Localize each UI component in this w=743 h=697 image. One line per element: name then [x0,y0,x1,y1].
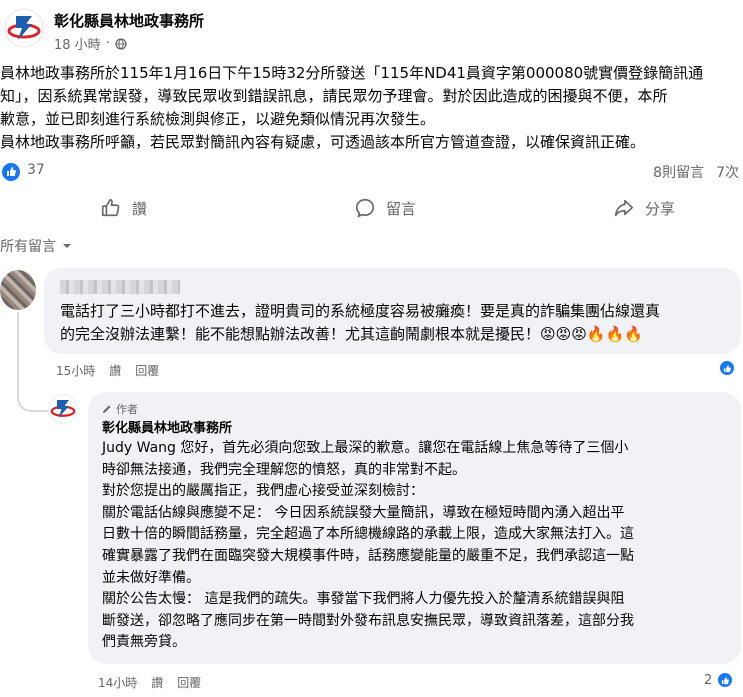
post-body-line: 歉意，並已即刻進行系統檢測與修正，以避免類似情況再次發生。 [0,110,436,128]
comment-button[interactable]: 留言 [354,190,416,226]
post-body-line: 員林地政事務所於115年1月16日下午15時32分所發送「115年ND41員資字… [0,64,704,82]
page-name[interactable]: 彰化縣員林地政事務所 [54,10,204,31]
reply-like-reaction-icon[interactable] [716,671,734,689]
share-arrow-icon [614,199,634,217]
reply-reply-link[interactable]: 回覆 [177,674,201,691]
meta-separator: · [105,36,110,51]
reaction-stats: 37 8則留言 7次 [0,160,743,186]
like-count[interactable]: 37 [27,162,45,178]
comment-actions: 15小時 讚 回覆 [56,362,159,379]
author-tag-label: 作者 [116,403,138,416]
post-body: 員林地政事務所於115年1月16日下午15時32分所發送「115年ND41員資字… [0,62,743,154]
globe-icon [115,37,127,50]
share-button-label: 分享 [645,199,676,218]
like-reaction-icon[interactable] [2,163,20,181]
reply-line: 關於公告太慢： 這是我們的疏失。事發當下我們將人力優先投入於釐清系統錯誤與阻 [102,591,625,608]
comment-count[interactable]: 8則留言 [653,162,704,182]
thumbs-up-icon [101,198,120,217]
share-count[interactable]: 7次 [716,162,739,182]
reply-line: 時卻無法接通，我們完全理解您的憤怒，真的非常對不起。 [102,461,466,478]
post-body-line: 員林地政事務所呼籲，若民眾對簡訊內容有疑慮，可透過該本所官方管道查證，以確保資訊… [0,133,646,151]
post-header: 彰化縣員林地政事務所 18 小時 · [0,0,743,58]
comment-reply-link[interactable]: 回覆 [135,362,159,379]
reply-line: 對於您提出的嚴厲指正，我們虛心接受並深刻檢討： [102,483,424,500]
comment-line: 電話打了三小時都打不進去，證明貴司的系統極度容易被癱瘓！要是真的詐騙集團佔線還真 [60,302,661,320]
land-office-logo-icon [48,394,78,424]
like-button[interactable]: 讚 [100,190,147,226]
reply-line: 斷發送，卻忽略了應同步在第一時間對外發布訊息安撫民眾，導致資訊落差，這部分我 [102,612,634,629]
land-office-logo-icon [4,8,44,48]
comment-bubble: 電話打了三小時都打不進去，證明貴司的系統極度容易被癱瘓！要是真的詐騙集團佔線還真… [44,268,741,354]
post-time[interactable]: 18 小時 [54,34,101,53]
comment-like-link[interactable]: 讚 [109,362,121,379]
comment-filter-label: 所有留言 [0,239,56,255]
comment-line: 的完全沒辦法連繫！能不能想點辦法改善！尤其這齣鬧劇根本就是擾民！😡😡😡🔥🔥🔥 [60,325,643,343]
reply-line: 確實暴露了我們在面臨突發大規模事件時，話務應變能量的嚴重不足，我們承認這一點 [102,547,634,564]
post-meta: 18 小時 · [54,34,127,53]
reply-actions: 14小時 讚 回覆 [98,674,201,691]
reply-line: 關於電話佔線與應變不足： 今日因系統誤發大量簡訊，導致在極短時間內湧入超出平 [102,504,625,521]
like-button-label: 讚 [132,199,148,218]
reply-like-link[interactable]: 讚 [151,674,163,691]
reply-page-avatar[interactable] [48,394,78,424]
share-button[interactable]: 分享 [613,190,675,226]
reply-time[interactable]: 14小時 [98,674,137,691]
comment-filter-dropdown[interactable]: 所有留言 [0,236,72,256]
comment-button-label: 留言 [386,199,417,218]
page-logo-avatar[interactable] [4,8,44,48]
speech-bubble-icon [355,198,375,218]
author-tag: 作者 [102,401,138,417]
reply-text: Judy Wang 您好，首先必須向您致上最深的歉意。讓您在電話線上焦急等待了三… [102,438,634,654]
reply-author-name[interactable]: 彰化縣員林地政事務所 [102,417,232,436]
reply-bubble: 作者 彰化縣員林地政事務所 Judy Wang 您好，首先必須向您致上最深的歉意… [88,392,741,664]
reply-like-count[interactable]: 2 [704,673,712,688]
caret-down-icon [63,244,71,248]
reply-line: 日數十倍的瞬間話務量，完全超過了本所總機線路的承載上限，造成大家無法打入。這 [102,526,634,543]
post-body-line: 知」，因系統異常誤發，導致民眾收到錯誤訊息，請民眾勿予理會。對於因此造成的困擾與… [0,87,668,105]
comment-text: 電話打了三小時都打不進去，證明貴司的系統極度容易被癱瘓！要是真的詐騙集團佔線還真… [60,300,660,346]
reply-line: 並未做好準備。 [102,569,200,586]
comment-time[interactable]: 15小時 [56,362,95,379]
comment-like-reaction-icon[interactable] [718,359,736,377]
commenter-avatar-blurred[interactable] [0,270,36,310]
commenter-name-blurred[interactable] [60,280,180,294]
reply-line: 們責無旁貸。 [102,634,186,651]
pencil-icon [103,405,111,413]
post-action-bar: 讚 留言 分享 [0,190,743,228]
reply-line: Judy Wang 您好，首先必須向您致上最深的歉意。讓您在電話線上焦急等待了三… [102,440,629,456]
